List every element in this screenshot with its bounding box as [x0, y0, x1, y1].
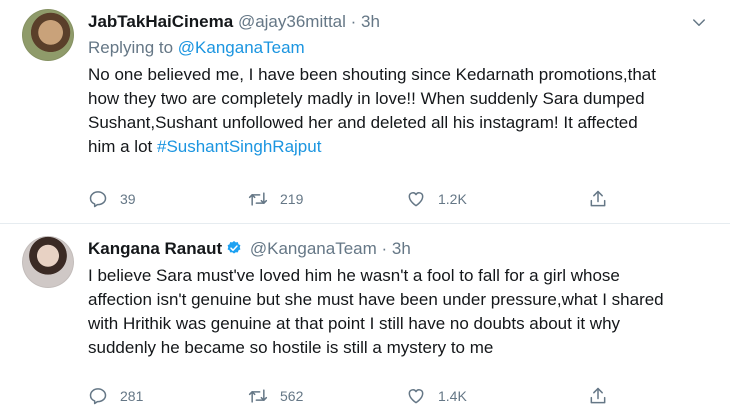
tweet-header: JabTakHaiCinema @ajay36mittal · 3h	[88, 10, 710, 34]
tweet-text-line: how they two are completely madly in lov…	[88, 89, 645, 108]
share-icon	[590, 387, 606, 404]
user-handle[interactable]: @KanganaTeam	[250, 239, 377, 258]
reply-button[interactable]: 39	[88, 188, 136, 210]
display-name[interactable]: Kangana Ranaut	[88, 239, 222, 258]
replying-to: Replying to @KanganaTeam	[88, 36, 710, 60]
tweet-actions: 39 219 1.2K	[88, 188, 648, 210]
reply-count: 281	[120, 388, 144, 404]
reply-icon	[89, 388, 107, 405]
tweet-text-line: suddenly he became so hostile is still a…	[88, 338, 494, 357]
tweet-text-line: Sushant,Sushant unfollowed her and delet…	[88, 113, 638, 132]
like-count: 1.2K	[438, 191, 467, 207]
tweet-text: No one believed me, I have been shouting…	[88, 63, 710, 159]
share-icon	[590, 190, 606, 207]
tweet-text-line: with Hrithik was genuine at that point I…	[88, 314, 621, 333]
retweet-icon	[248, 389, 268, 403]
tweet-text-line: No one believed me, I have been shouting…	[88, 65, 656, 84]
tweet-actions: 281 562 1.4K	[88, 385, 648, 407]
reply-icon	[89, 191, 107, 208]
tweet-text-line: affection isn't genuine but she must hav…	[88, 290, 664, 309]
retweet-icon	[248, 192, 268, 206]
tweet[interactable]: JabTakHaiCinema @ajay36mittal · 3h Reply…	[0, 0, 730, 224]
reply-count: 39	[120, 191, 136, 207]
like-count: 1.4K	[438, 388, 467, 404]
avatar[interactable]	[22, 9, 74, 61]
share-button[interactable]	[588, 188, 608, 210]
retweet-button[interactable]: 562	[248, 385, 303, 407]
heart-icon	[408, 389, 424, 404]
retweet-count: 562	[280, 388, 304, 404]
tweet-text-line: I believe Sara must've loved him he wasn…	[88, 266, 620, 285]
separator-dot: ·	[381, 239, 388, 258]
avatar[interactable]	[22, 236, 74, 288]
timestamp[interactable]: 3h	[361, 12, 380, 31]
hashtag-link[interactable]: #SushantSinghRajput	[157, 137, 321, 156]
tweet-content: JabTakHaiCinema @ajay36mittal · 3h Reply…	[88, 10, 710, 159]
reply-button[interactable]: 281	[88, 385, 143, 407]
tweet-text-line-last: him a lot #SushantSinghRajput	[88, 135, 710, 159]
tweet-content: Kangana Ranaut @KanganaTeam · 3h I belie…	[88, 237, 710, 360]
like-button[interactable]: 1.2K	[406, 188, 467, 210]
retweet-count: 219	[280, 191, 304, 207]
replying-prefix: Replying to	[88, 38, 174, 57]
user-handle[interactable]: @ajay36mittal	[238, 12, 346, 31]
tweet-text: I believe Sara must've loved him he wasn…	[88, 264, 710, 360]
retweet-button[interactable]: 219	[248, 188, 303, 210]
tweet-header: Kangana Ranaut @KanganaTeam · 3h	[88, 237, 710, 261]
timestamp[interactable]: 3h	[392, 239, 411, 258]
verified-badge-icon	[227, 241, 241, 254]
replying-to-link[interactable]: @KanganaTeam	[178, 38, 305, 57]
heart-icon	[408, 192, 424, 207]
tweet-text-fragment: him a lot	[88, 137, 157, 156]
like-button[interactable]: 1.4K	[406, 385, 467, 407]
tweet[interactable]: Kangana Ranaut @KanganaTeam · 3h I belie…	[0, 224, 730, 419]
display-name[interactable]: JabTakHaiCinema	[88, 12, 233, 31]
share-button[interactable]	[588, 385, 608, 407]
separator-dot: ·	[350, 12, 357, 31]
